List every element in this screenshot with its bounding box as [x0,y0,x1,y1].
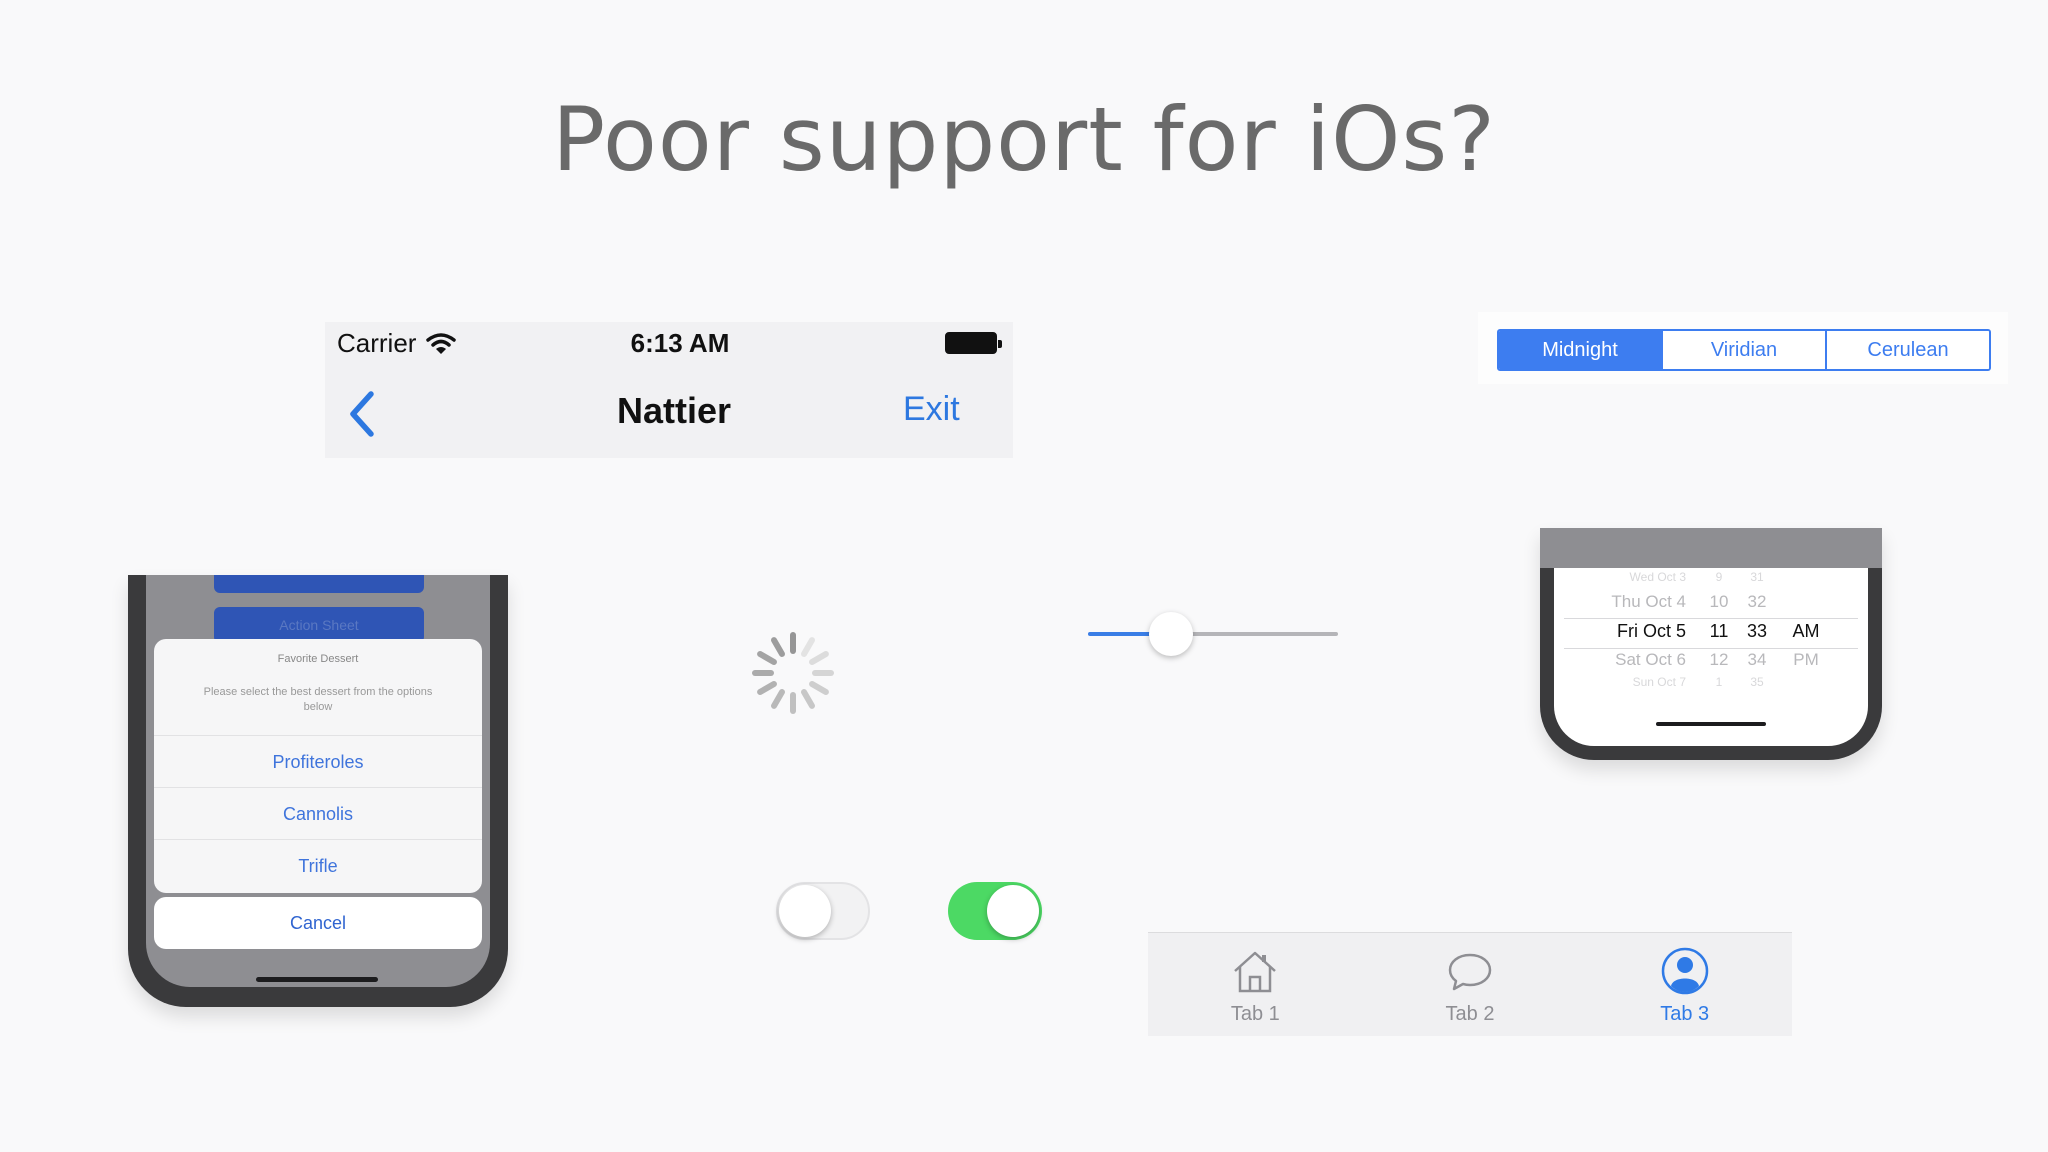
option-profiteroles[interactable]: Profiteroles [154,735,482,787]
segment-cerulean[interactable]: Cerulean [1825,331,1989,369]
person-icon [1661,947,1708,995]
switch-knob [987,885,1039,937]
switch-on[interactable] [948,882,1042,940]
spinner-spoke [801,637,815,657]
tab-label: Tab 1 [1230,1003,1280,1025]
slider-thumb[interactable] [1148,612,1193,656]
navigation-bar: Carrier 6:13 AM Nattier Exit [325,322,1013,458]
cancel-button[interactable]: Cancel [154,897,482,949]
switch-off[interactable] [776,882,870,940]
option-cannolis[interactable]: Cannolis [154,787,482,839]
background-button [214,575,424,593]
action-sheet-title: Favorite Dessert [277,653,359,665]
phone-action-sheet: Action Sheet Favorite Dessert Please sel… [128,575,508,1007]
chat-bubble-icon [1448,953,1492,991]
tab-3[interactable]: Tab 3 [1577,933,1792,1036]
phone-date-picker: Wed Oct 3 9 31 Thu Oct 4 10 32 Fri Oct 5 11 33… [1540,528,1882,760]
slider-max-track [1170,632,1338,636]
tab-label: Tab 2 [1445,1003,1495,1025]
home-indicator [256,977,378,982]
phone-screen: Action Sheet Favorite Dessert Please sel… [146,575,490,987]
status-time: 6:13 AM [630,328,730,358]
segmented-control-panel: Midnight Viridian Cerulean [1478,312,2008,384]
picker-row: Sat Oct 6 12 34 PM [1615,650,1819,669]
spinner-spoke [757,651,777,665]
tab-1[interactable]: Tab 1 [1148,933,1363,1036]
tab-2[interactable]: Tab 2 [1363,933,1578,1036]
action-sheet: Favorite Dessert Please select the best … [154,639,482,893]
date-picker[interactable]: Wed Oct 3 9 31 Thu Oct 4 10 32 Fri Oct 5 11 33… [1554,568,1868,746]
segment-viridian[interactable]: Viridian [1661,331,1825,369]
slide-title: Poor support for iOs? [552,88,1496,191]
spinner-icon [752,632,834,714]
spinner-spoke [771,689,785,709]
battery-icon [945,332,1002,354]
spinner-spoke [771,637,785,657]
switch-knob [779,885,831,937]
picker-selection-line [1564,618,1858,619]
picker-row: Thu Oct 4 10 32 [1611,592,1767,611]
spinner-spoke [809,651,829,665]
phone-top-bar [1540,528,1882,568]
spinner-spoke [809,681,829,695]
action-sheet-message: Please select the best dessert from the … [203,686,433,713]
exit-button[interactable]: Exit [903,390,960,429]
picker-selected-row: Fri Oct 5 11 33 AM [1616,621,1820,641]
spinner-spoke [757,681,777,695]
tab-bar: Tab 1 Tab 2 Tab 3 [1148,932,1792,1036]
option-trifle[interactable]: Trifle [154,839,482,891]
action-sheet-button[interactable]: Action Sheet [214,607,424,643]
house-icon [1234,951,1277,993]
tab-label: Tab 3 [1660,1003,1710,1025]
picker-row: Sun Oct 7 1 35 [1632,675,1764,689]
segment-midnight[interactable]: Midnight [1499,331,1661,369]
picker-selection-line [1564,648,1858,649]
slider[interactable] [1088,612,1338,656]
segmented-control: Midnight Viridian Cerulean [1497,329,1991,371]
home-indicator [1656,722,1766,726]
spinner-spoke [801,689,815,709]
